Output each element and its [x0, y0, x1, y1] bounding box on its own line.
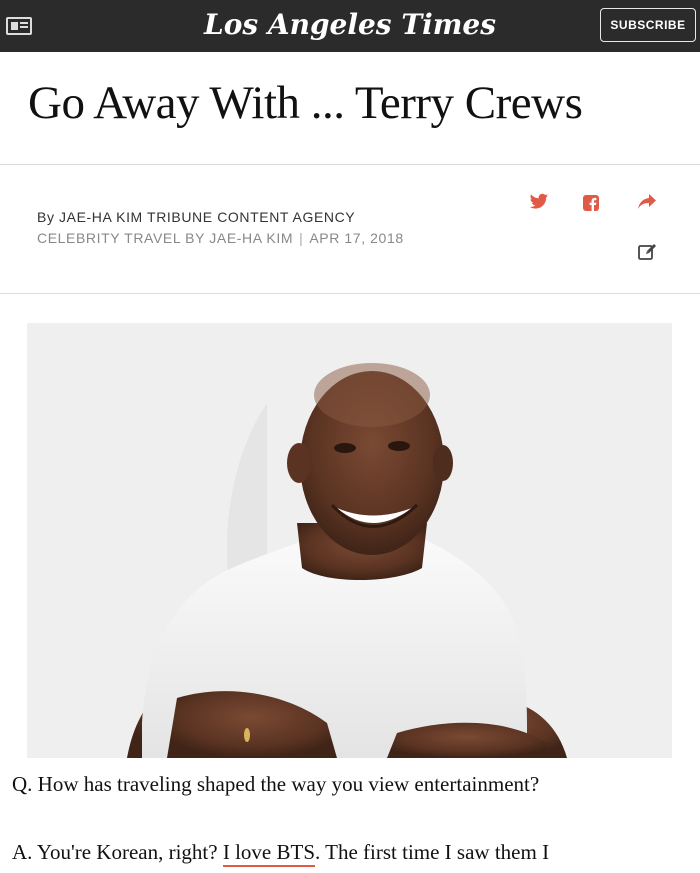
byline-section: By JAE-HA KIM TRIBUNE CONTENT AGENCY CEL…: [0, 165, 700, 294]
byline: By JAE-HA KIM TRIBUNE CONTENT AGENCY: [37, 209, 356, 225]
portrait-photo: [27, 323, 672, 758]
subscribe-button[interactable]: SUBSCRIBE: [600, 8, 696, 42]
newspaper-menu-icon[interactable]: [6, 17, 32, 35]
answer-paragraph: A. You're Korean, right? I love BTS. The…: [12, 840, 550, 867]
article-title: Go Away With ... Terry Crews: [28, 77, 583, 129]
share-arrow-icon[interactable]: [638, 194, 656, 210]
answer-link[interactable]: I love BTS: [222, 840, 316, 867]
site-logo[interactable]: Los Angeles Times: [0, 0, 700, 50]
facebook-icon[interactable]: [583, 195, 599, 211]
section-label[interactable]: CELEBRITY TRAVEL BY JAE-HA KIM: [37, 230, 293, 246]
answer-text-end: . The first time I saw them I: [315, 840, 550, 864]
meta-separator: |: [299, 230, 304, 246]
edit-icon[interactable]: [638, 243, 656, 261]
title-section: Go Away With ... Terry Crews: [0, 52, 700, 165]
question-paragraph: Q. How has traveling shaped the way you …: [12, 772, 540, 796]
answer-text-start: A. You're Korean, right?: [12, 840, 223, 864]
article-meta: CELEBRITY TRAVEL BY JAE-HA KIM | APR 17, 2…: [37, 230, 404, 246]
top-bar: Los Angeles Times SUBSCRIBE: [0, 0, 700, 52]
publish-date: APR 17, 2018: [309, 230, 404, 246]
twitter-icon[interactable]: [529, 193, 549, 211]
